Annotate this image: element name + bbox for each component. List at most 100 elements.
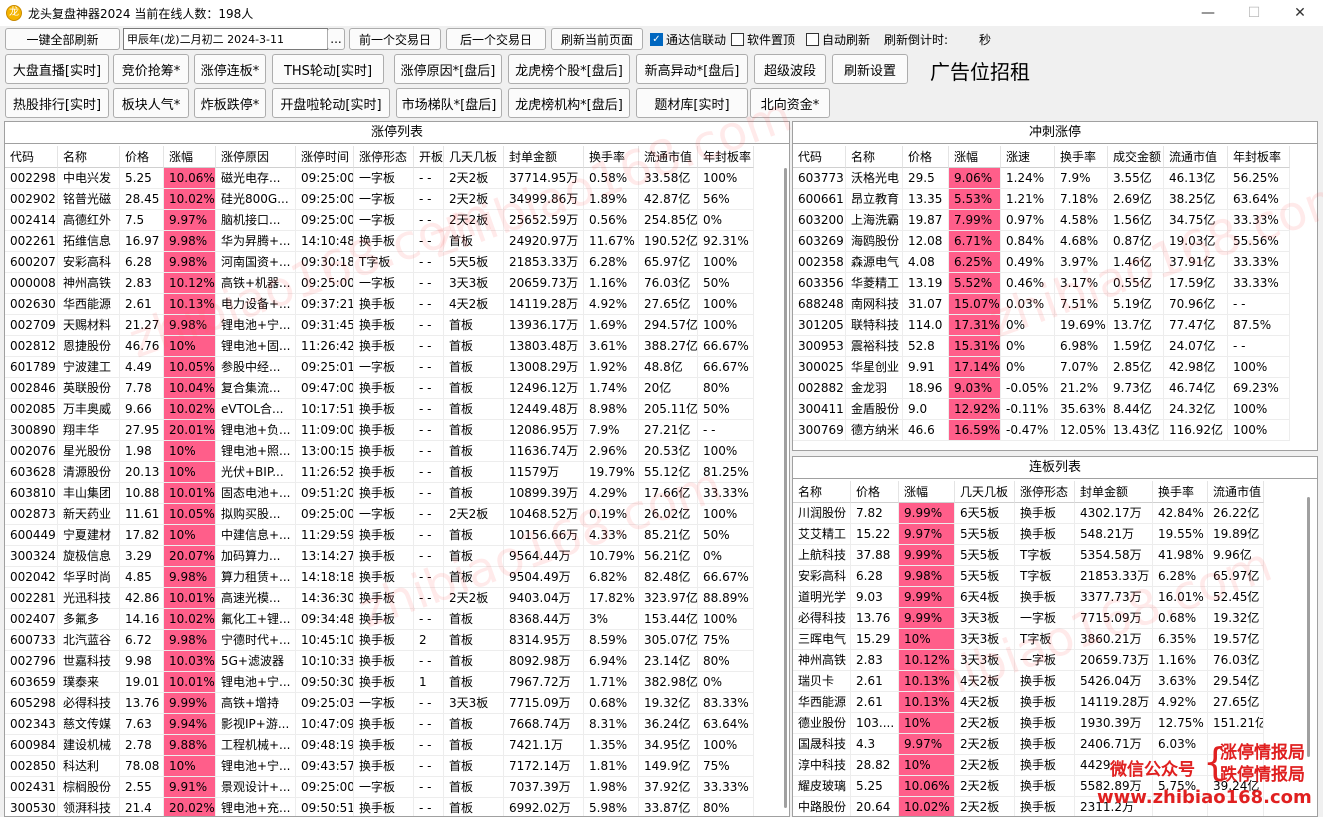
nav-button[interactable]: 龙虎榜机构*[盘后] <box>508 88 630 118</box>
table-row[interactable]: 603659 璞泰来 19.01 10.01% 锂电池+宁... 09:50:30 换手板 1… <box>5 672 754 693</box>
nav-button[interactable]: 题材库[实时] <box>636 88 748 118</box>
column-header[interactable]: 年封板率 <box>1228 146 1290 168</box>
table-row[interactable]: 603269 海鸥股份 12.08 6.71% 0.84% 4.68% 0.87亿 19.03… <box>793 231 1290 252</box>
scrollbar[interactable] <box>784 168 787 808</box>
nav-button[interactable]: 涨停原因*[盘后] <box>394 54 502 84</box>
auto-refresh-checkbox[interactable]: 自动刷新 <box>806 31 870 48</box>
table-row[interactable]: 603200 上海洗霸 19.87 7.99% 0.97% 4.58% 1.56亿 34.75… <box>793 210 1290 231</box>
table-row[interactable]: 道明光学 9.03 9.99% 6天4板 换手板 3377.73万 16.01% 52.45亿 <box>793 587 1264 608</box>
nav-button[interactable]: 大盘直播[实时] <box>5 54 109 84</box>
prev-day-button[interactable]: 前一个交易日 <box>349 28 441 50</box>
refresh-all-button[interactable]: 一键全部刷新 <box>5 28 120 50</box>
pin-top-checkbox[interactable]: 软件置顶 <box>731 31 795 48</box>
table-row[interactable]: 002630 华西能源 2.61 10.13% 电力设备+... 09:37:21 换手板 -… <box>5 294 754 315</box>
nav-button[interactable]: 市场梯队*[盘后] <box>396 88 502 118</box>
column-header[interactable]: 换手率 <box>584 146 639 168</box>
table-row[interactable]: 安彩高科 6.28 9.98% 5天5板 T字板 21853.33万 6.28% 65.97亿 <box>793 566 1264 587</box>
table-row[interactable]: 002261 拓维信息 16.97 9.98% 华为昇腾+... 14:10:48 换手板 -… <box>5 231 754 252</box>
table-row[interactable]: 国晟科技 4.3 9.97% 2天2板 换手板 2406.71万 6.03% <box>793 734 1264 755</box>
table-row[interactable]: 600733 北汽蓝谷 6.72 9.98% 宁德时代+... 10:45:10 换手板 2 首… <box>5 630 754 651</box>
table-row[interactable]: 瑞贝卡 2.61 10.13% 4天2板 换手板 5426.04万 3.63% 29.54亿 <box>793 671 1264 692</box>
table-row[interactable]: 600984 建设机械 2.78 9.88% 工程机械+... 09:48:19 换手板 - … <box>5 735 754 756</box>
table-row[interactable]: 002407 多氟多 14.16 10.02% 氟化工+锂... 09:34:48 换手板 -… <box>5 609 754 630</box>
table-row[interactable]: 603356 华菱精工 13.19 5.52% 0.46% 3.17% 0.55亿 17.59… <box>793 273 1290 294</box>
next-day-button[interactable]: 后一个交易日 <box>446 28 546 50</box>
column-header[interactable]: 名称 <box>58 146 120 168</box>
table-row[interactable]: 300324 旋极信息 3.29 20.07% 加码算力... 13:14:27 换手板 - … <box>5 546 754 567</box>
column-header[interactable]: 名称 <box>793 481 851 503</box>
table-row[interactable]: 002298 中电兴发 5.25 10.06% 磁光电存... 09:25:00 一字板 - … <box>5 168 754 189</box>
column-header[interactable]: 涨停时间 <box>296 146 354 168</box>
table-row[interactable]: 600449 宁夏建材 17.82 10% 中建信息+... 11:29:59 换手板 - -… <box>5 525 754 546</box>
column-header[interactable]: 换手率 <box>1153 481 1208 503</box>
table-row[interactable]: 605298 必得科技 13.76 9.99% 高铁+增持 09:25:03 一字板 - -3… <box>5 693 754 714</box>
scrollbar[interactable] <box>1307 497 1310 757</box>
table-row[interactable]: 002812 恩捷股份 46.76 10% 锂电池+固... 11:26:42 换手板 - -… <box>5 336 754 357</box>
minimize-button[interactable]: — <box>1185 0 1231 26</box>
table-row[interactable]: 600207 安彩高科 6.28 9.98% 河南国资+... 09:30:18 T字板 - … <box>5 252 754 273</box>
table-row[interactable]: 002281 光迅科技 42.86 10.01% 高速光模... 14:36:30 换手板 -… <box>5 588 754 609</box>
table-row[interactable]: 002902 铭普光磁 28.45 10.02% 硅光800G... 09:25:00 一字… <box>5 189 754 210</box>
table-row[interactable]: 603628 清源股份 20.13 10% 光伏+BIP... 11:26:52 换手板 - … <box>5 462 754 483</box>
date-field[interactable]: 甲辰年(龙)二月初二 2024-3-11 <box>123 28 328 50</box>
nav-button[interactable]: 新高异动*[盘后] <box>636 54 748 84</box>
table-row[interactable]: 300025 华星创业 9.91 17.14% 0% 7.07% 2.85亿 42.98亿 10… <box>793 357 1290 378</box>
column-header[interactable]: 流通市值 <box>1164 146 1228 168</box>
table-row[interactable]: 002431 棕榈股份 2.55 9.91% 景观设计+... 09:25:00 一字板 - … <box>5 777 754 798</box>
nav-button[interactable]: 超级波段 <box>754 54 826 84</box>
nav-button[interactable]: 炸板跌停* <box>194 88 266 118</box>
column-header[interactable]: 价格 <box>851 481 899 503</box>
table-row[interactable]: 300953 震裕科技 52.8 15.31% 0% 6.98% 1.59亿 24.07亿 - … <box>793 336 1290 357</box>
table-row[interactable]: 300411 金盾股份 9.0 12.92% -0.11% 35.63% 8.44亿 24.3… <box>793 399 1290 420</box>
table-row[interactable]: 三晖电气 15.29 10% 3天3板 T字板 3860.21万 6.35% 19.57亿 <box>793 629 1264 650</box>
table-row[interactable]: 603773 沃格光电 29.5 9.06% 1.24% 7.9% 3.55亿 46.13亿 5… <box>793 168 1290 189</box>
column-header[interactable]: 成交金额 <box>1108 146 1164 168</box>
table-row[interactable]: 川润股份 7.82 9.99% 6天5板 换手板 4302.17万 42.84% 26.22亿 <box>793 503 1264 524</box>
column-header[interactable]: 流通市值 <box>1208 481 1264 503</box>
table-row[interactable]: 300890 翔丰华 27.95 20.01% 锂电池+负... 11:09:00 换手板 -… <box>5 420 754 441</box>
column-header[interactable]: 涨停形态 <box>354 146 414 168</box>
column-header[interactable]: 价格 <box>120 146 164 168</box>
table-row[interactable]: 688248 南网科技 31.07 15.07% 0.03% 7.51% 5.19亿 70.9… <box>793 294 1290 315</box>
column-header[interactable]: 涨幅 <box>949 146 1001 168</box>
column-header[interactable]: 价格 <box>903 146 949 168</box>
close-button[interactable]: ✕ <box>1277 0 1323 26</box>
table-row[interactable]: 002850 科达利 78.08 10% 锂电池+宁... 09:43:57 换手板 - -首… <box>5 756 754 777</box>
nav-button[interactable]: 开盘啦轮动[实时] <box>272 88 390 118</box>
column-header[interactable]: 封单金额 <box>1075 481 1153 503</box>
table-row[interactable]: 002076 星光股份 1.98 10% 锂电池+照... 13:00:15 换手板 - -首… <box>5 441 754 462</box>
column-header[interactable]: 涨停形态 <box>1015 481 1075 503</box>
nav-button[interactable]: THS轮动[实时] <box>272 54 384 84</box>
table-row[interactable]: 002343 慈文传媒 7.63 9.94% 影视IP+游... 10:47:09 换手板 -… <box>5 714 754 735</box>
table-row[interactable]: 300769 德方纳米 46.6 16.59% -0.47% 12.05% 13.43亿 11… <box>793 420 1290 441</box>
table-row[interactable]: 002846 英联股份 7.78 10.04% 复合集流... 09:47:00 换手板 - … <box>5 378 754 399</box>
table-row[interactable]: 603810 丰山集团 10.88 10.01% 固态电池+... 09:51:20 换手板… <box>5 483 754 504</box>
table-row[interactable]: 601789 宁波建工 4.49 10.05% 参股中经... 09:25:01 一字板 - … <box>5 357 754 378</box>
table-row[interactable]: 上航科技 37.88 9.99% 5天5板 T字板 5354.58万 41.98% 9.96亿 <box>793 545 1264 566</box>
column-header[interactable]: 封单金额 <box>504 146 584 168</box>
column-header[interactable]: 几天几板 <box>444 146 504 168</box>
nav-button[interactable]: 热股排行[实时] <box>5 88 109 118</box>
table-row[interactable]: 000008 神州高铁 2.83 10.12% 高铁+机器... 09:25:00 一字板 -… <box>5 273 754 294</box>
column-header[interactable]: 几天几板 <box>955 481 1015 503</box>
table-row[interactable]: 002042 华孚时尚 4.85 9.98% 算力租赁+... 14:18:18 换手板 - … <box>5 567 754 588</box>
table-row[interactable]: 002085 万丰奥威 9.66 10.02% eVTOL合... 10:17:51 换手板… <box>5 399 754 420</box>
table-row[interactable]: 600661 昂立教育 13.35 5.53% 1.21% 7.18% 2.69亿 38.25… <box>793 189 1290 210</box>
column-header[interactable]: 涨幅 <box>899 481 955 503</box>
column-header[interactable]: 换手率 <box>1055 146 1108 168</box>
column-header[interactable]: 涨停原因 <box>216 146 296 168</box>
table-row[interactable]: 华西能源 2.61 10.13% 4天2板 换手板 14119.28万 4.92% 27.65… <box>793 692 1264 713</box>
table-row[interactable]: 002882 金龙羽 18.96 9.03% -0.05% 21.2% 9.73亿 46.74… <box>793 378 1290 399</box>
table-row[interactable]: 300530 领湃科技 21.4 20.02% 锂电池+充... 09:50:51 换手板 -… <box>5 798 754 816</box>
table-row[interactable]: 德业股份 103.... 10% 2天2板 换手板 1930.39万 12.75% 151.2… <box>793 713 1264 734</box>
table-row[interactable]: 002796 世嘉科技 9.98 10.03% 5G+滤波器 10:10:33 换手板 - -… <box>5 651 754 672</box>
tdx-link-checkbox[interactable]: ✓ 通达信联动 <box>650 31 726 48</box>
refresh-page-button[interactable]: 刷新当前页面 <box>551 28 643 50</box>
nav-button[interactable]: 刷新设置 <box>832 54 908 84</box>
nav-button[interactable]: 北向资金* <box>750 88 830 118</box>
table-row[interactable]: 艾艾精工 15.22 9.97% 5天5板 换手板 548.21万 19.55% 19.89亿 <box>793 524 1264 545</box>
nav-button[interactable]: 龙虎榜个股*[盘后] <box>508 54 630 84</box>
nav-button[interactable]: 板块人气* <box>113 88 189 118</box>
nav-button[interactable]: 涨停连板* <box>194 54 266 84</box>
date-picker-button[interactable]: ... <box>327 28 345 50</box>
